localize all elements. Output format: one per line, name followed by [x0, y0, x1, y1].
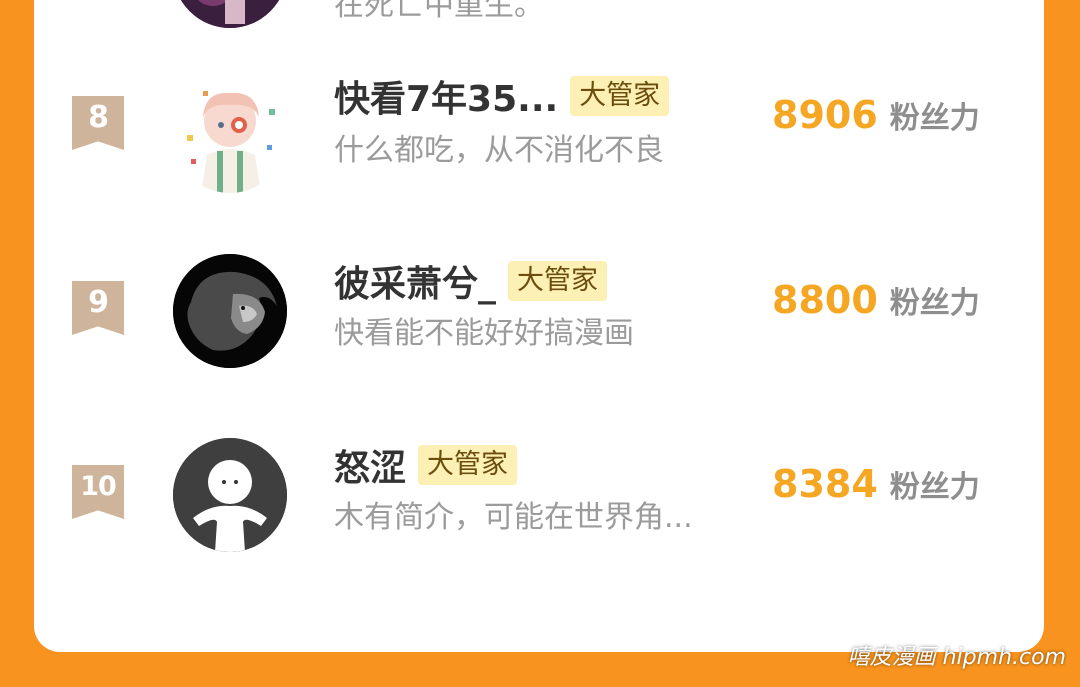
user-bio: 什么都吃，从不消化不良 — [334, 133, 664, 168]
fan-power-value: 8800 — [772, 278, 878, 322]
fan-power-value: 8384 — [772, 462, 878, 506]
rank-badge: 10 — [72, 465, 124, 519]
fan-power-unit: 粉丝力 — [889, 286, 980, 321]
fan-power: 8800 粉丝力 — [772, 278, 980, 322]
watermark: 嘻皮漫画 hipmh.com — [847, 645, 1066, 670]
rank-badge: 9 — [72, 281, 124, 335]
avatar[interactable] — [173, 0, 287, 28]
fan-power-unit: 粉丝力 — [889, 470, 980, 505]
fan-power-unit: 粉丝力 — [889, 101, 980, 136]
user-name[interactable]: 彼采萧兮_ — [334, 255, 496, 307]
user-bio: 快看能不能好好搞漫画 — [334, 316, 634, 351]
user-name[interactable]: 怒涩 — [334, 439, 406, 491]
user-bio: 在死亡中重生。 — [334, 0, 544, 23]
fan-power: 8384 粉丝力 — [772, 462, 980, 506]
anime-avatar-icon[interactable] — [173, 79, 287, 193]
fan-power-value: 8906 — [772, 93, 878, 137]
rank-badge: 8 — [72, 96, 124, 150]
list-item[interactable]: 9 彼采萧兮_ 大管家 快看能不能好好搞漫画 8800 粉丝力 — [34, 254, 1044, 410]
role-tag: 大管家 — [570, 76, 670, 116]
list-item[interactable]: 10 怒涩 大管家 木有简介，可能在世界角... 8384 粉丝力 — [34, 438, 1044, 594]
lion-avatar-icon[interactable] — [173, 254, 287, 368]
user-name[interactable]: 快看7年35... — [334, 70, 558, 122]
role-tag: 大管家 — [508, 261, 608, 301]
ranking-card: 在死亡中重生。 8 快看7年35... 大管家 什么都吃，从不消化不良 8906… — [34, 0, 1044, 652]
user-bio: 木有简介，可能在世界角... — [334, 500, 693, 535]
role-tag: 大管家 — [418, 445, 518, 485]
default-avatar-icon[interactable] — [173, 438, 287, 552]
fan-power: 8906 粉丝力 — [772, 93, 980, 137]
list-item[interactable]: 8 快看7年35... 大管家 什么都吃，从不消化不良 8906 粉丝力 — [34, 76, 1044, 225]
